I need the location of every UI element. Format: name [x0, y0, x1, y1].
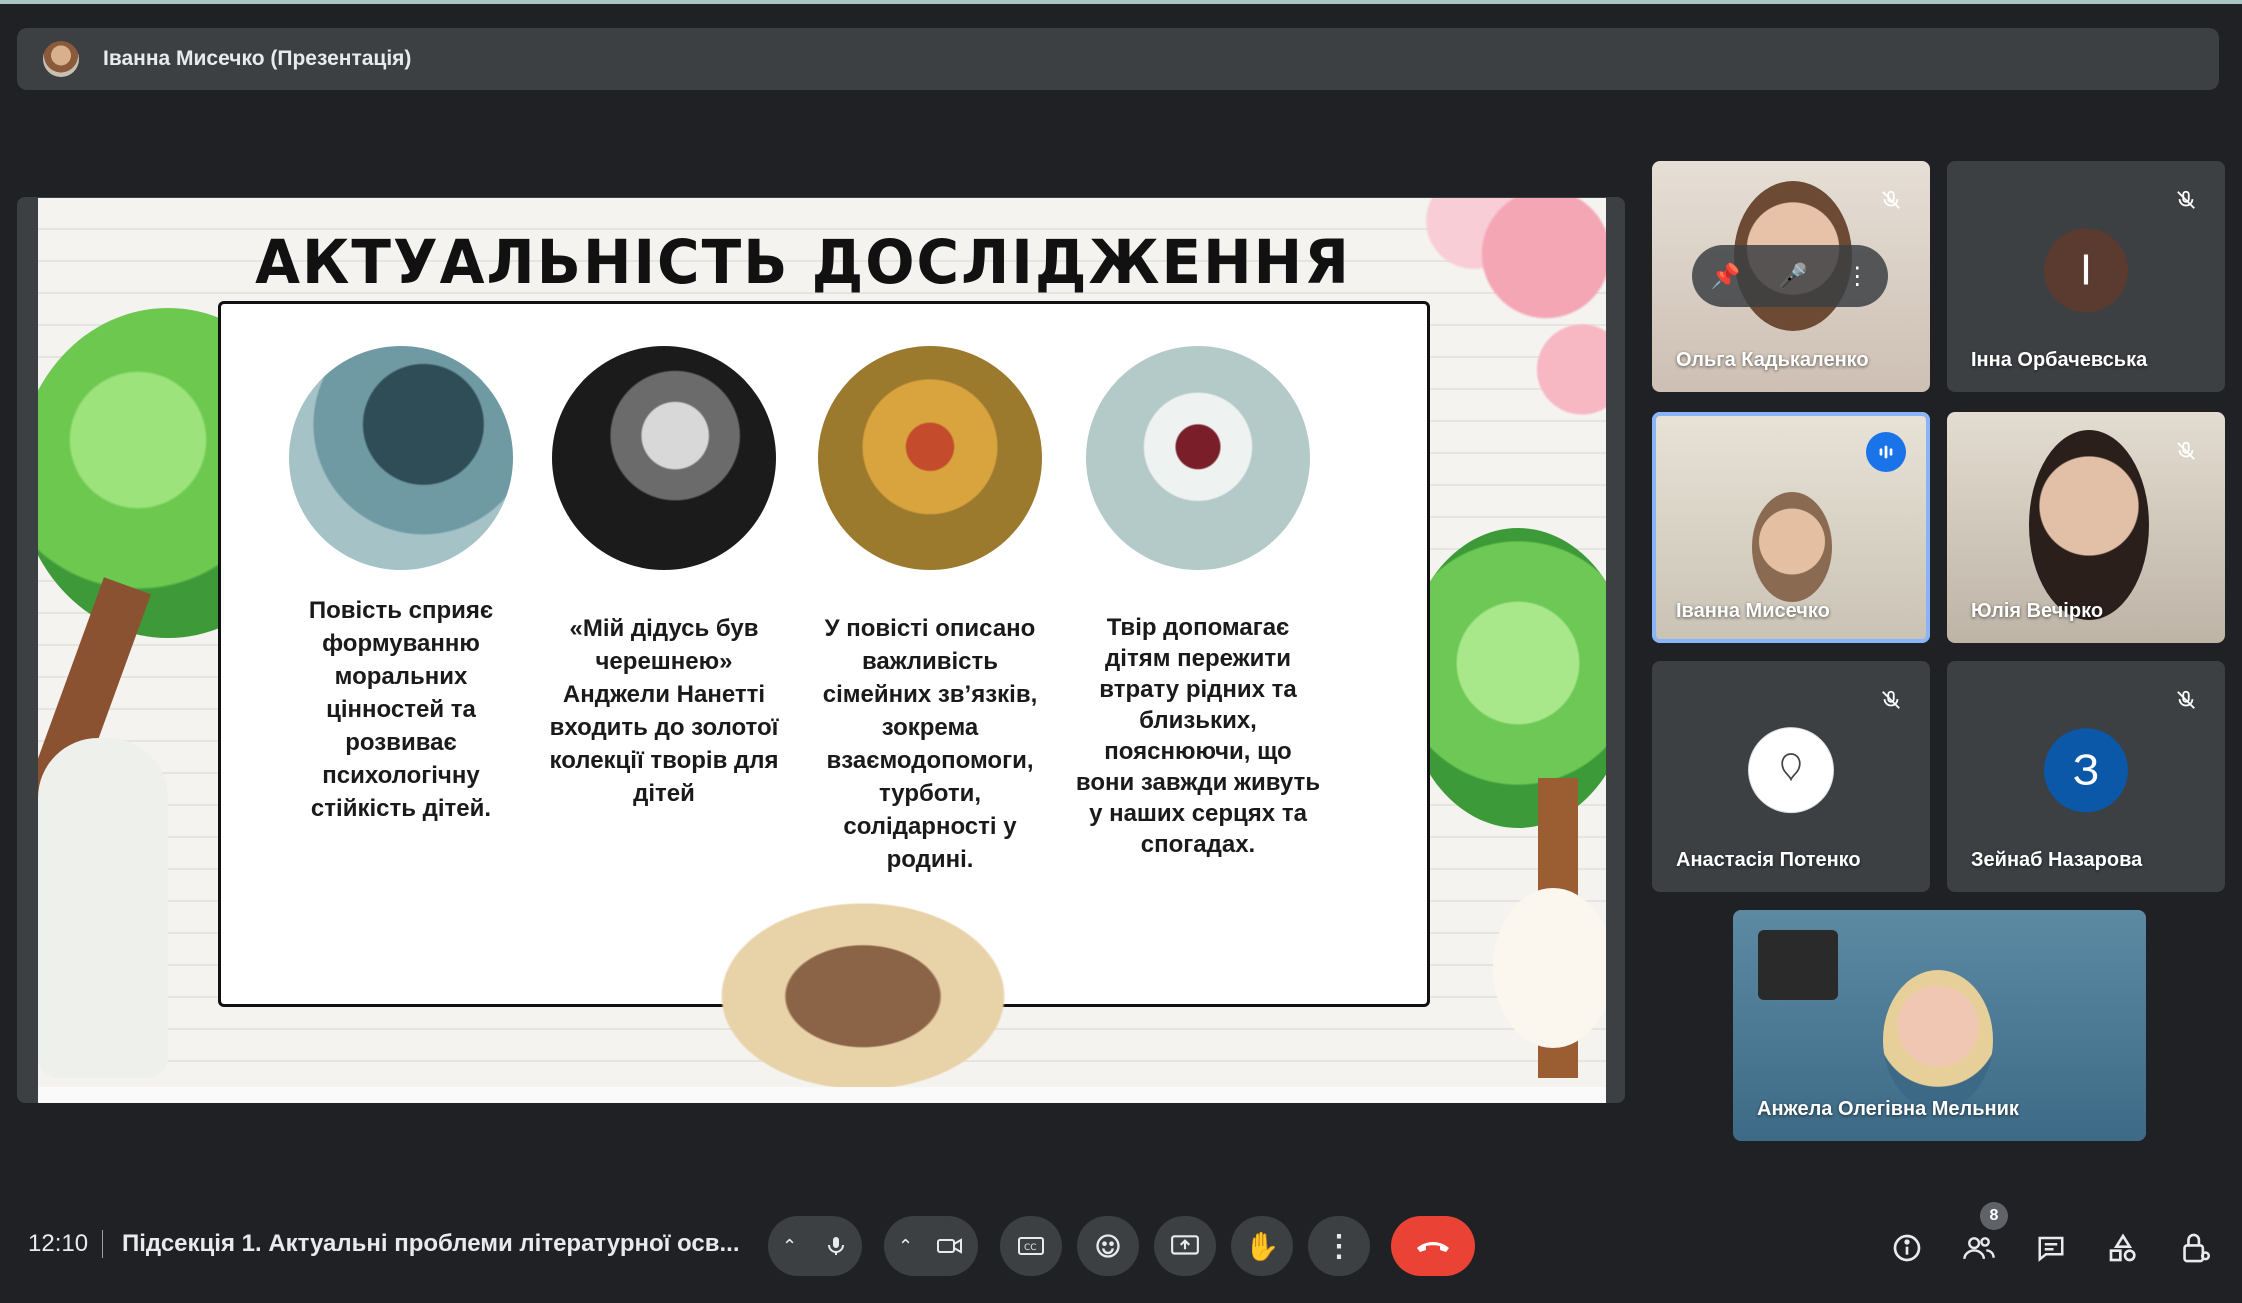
participant-name: Анжела Олегівна Мельник [1757, 1098, 2019, 1120]
slide-column-1: Повість сприяє формуванню моральних цінн… [276, 346, 526, 825]
participant-tile[interactable]: З Зейнаб Назарова [1947, 661, 2225, 892]
muted-mic-icon [2169, 183, 2203, 217]
participant-name: Юлія Вечірко [1971, 600, 2104, 622]
captions-button[interactable]: CC [1000, 1216, 1062, 1276]
slide-title: АКТУАЛЬНІСТЬ ДОСЛІДЖЕННЯ [255, 226, 1351, 298]
muted-mic-icon [1874, 183, 1908, 217]
bottom-toolbar: 12:10 Підсекція 1. Актуальні проблеми лі… [0, 1190, 2242, 1300]
divider [102, 1230, 103, 1258]
goose-illustration [38, 738, 168, 1078]
muted-mic-icon [1874, 683, 1908, 717]
more-options-button[interactable]: ⋮ [1308, 1216, 1370, 1276]
meeting-title: Підсекція 1. Актуальні проблеми літерату… [122, 1230, 740, 1257]
microphone-icon[interactable] [824, 1234, 848, 1258]
presenter-avatar [43, 41, 79, 77]
participant-avatar: І [2044, 227, 2128, 312]
participant-tile[interactable]: 📌 🎤 ⋮ Ольга Кадькаленко [1652, 161, 1930, 392]
more-options-icon[interactable]: ⋮ [1845, 262, 1869, 291]
info-icon [1893, 1234, 1921, 1262]
captions-icon: CC [1018, 1237, 1044, 1255]
participant-tile[interactable]: Юлія Вечірко [1947, 412, 2225, 643]
chevron-up-icon[interactable]: ⌃ [782, 1236, 797, 1257]
participant-avatar: З [2044, 727, 2128, 812]
camera-control[interactable]: ⌃ [884, 1216, 978, 1276]
slide-caption-4: Твір допомагає дітям пережити втрату рід… [1075, 614, 1321, 858]
present-screen-icon [1171, 1235, 1199, 1255]
book-cover-image [289, 346, 513, 570]
presenter-bar[interactable]: Іванна Мисечко (Презентація) [17, 28, 2219, 90]
slide-caption-3: У повісті описано важливість сімейних зв… [822, 615, 1038, 873]
cloud-illustration-image [1086, 346, 1310, 570]
participant-tile[interactable]: Анжела Олегівна Мельник [1733, 910, 2146, 1141]
participant-tile[interactable]: Анастасія Потенко [1652, 661, 1930, 892]
muted-mic-icon [2169, 683, 2203, 717]
participant-name: Іванна Мисечко [1676, 600, 1830, 622]
people-icon [1963, 1237, 1995, 1260]
slide-caption-2: «Мій дідусь був черешнею» Анджели Нанетт… [549, 615, 779, 807]
muted-mic-icon [2169, 434, 2203, 468]
meeting-details-button[interactable] [1885, 1226, 1929, 1270]
emoji-icon [1096, 1234, 1120, 1258]
svg-text:CC: CC [1024, 1243, 1037, 1253]
tile-hover-controls[interactable]: 📌 🎤 ⋮ [1692, 245, 1888, 307]
shared-slide: АКТУАЛЬНІСТЬ ДОСЛІДЖЕННЯ Повість сприяє … [38, 198, 1606, 1103]
more-vert-icon: ⋮ [1324, 1229, 1354, 1263]
participant-video [1883, 970, 1993, 1110]
slide-caption-1: Повість сприяє формуванню моральних цінн… [308, 597, 494, 822]
chevron-up-icon[interactable]: ⌃ [898, 1236, 913, 1257]
chat-button[interactable] [2029, 1226, 2073, 1270]
participant-name: Ольга Кадькаленко [1676, 349, 1869, 371]
participant-tile-active-speaker[interactable]: Іванна Мисечко [1652, 412, 1930, 643]
participant-video [1752, 492, 1832, 602]
author-photo-image [552, 346, 776, 570]
slide-bottom-strip [38, 1087, 1606, 1103]
camera-icon[interactable] [936, 1234, 964, 1258]
hang-up-icon [1417, 1242, 1449, 1252]
family-illustration-image [818, 346, 1042, 570]
raise-hand-button[interactable]: ✋ [1231, 1216, 1293, 1276]
participant-avatar-image [1748, 726, 1834, 813]
host-controls-button[interactable] [2173, 1226, 2217, 1270]
participant-name: Інна Орбачевська [1971, 349, 2148, 371]
leave-call-button[interactable] [1391, 1216, 1475, 1276]
top-accent-line [0, 0, 2242, 4]
clock: 12:10 [28, 1230, 89, 1257]
speaking-indicator-icon [1866, 432, 1906, 472]
activities-button[interactable] [2101, 1226, 2145, 1270]
reactions-button[interactable] [1077, 1216, 1139, 1276]
activities-icon [2109, 1233, 2136, 1262]
hen-illustration [1493, 888, 1606, 1048]
participant-name: Зейнаб Назарова [1971, 849, 2143, 871]
present-screen-button[interactable] [1154, 1216, 1216, 1276]
microphone-control[interactable]: ⌃ [768, 1216, 862, 1276]
participant-name: Анастасія Потенко [1676, 849, 1861, 871]
pin-icon[interactable]: 📌 [1711, 262, 1741, 291]
people-button[interactable] [1957, 1226, 2001, 1270]
wall-picture [1758, 930, 1838, 1000]
chat-icon [2038, 1236, 2064, 1262]
slide-column-2: «Мій дідусь був черешнею» Анджели Нанетт… [539, 346, 789, 810]
presenter-label: Іванна Мисечко (Презентація) [103, 47, 412, 70]
mute-participant-icon[interactable]: 🎤 [1778, 262, 1808, 291]
hand-icon: ✋ [1244, 1230, 1280, 1262]
lock-person-icon [2183, 1233, 2211, 1263]
slide-column-3: У повісті описано важливість сімейних зв… [805, 346, 1055, 876]
dog-illustration [683, 878, 1043, 1093]
slide-column-4: Твір допомагає дітям пережити втрату рід… [1073, 346, 1323, 860]
participant-tile[interactable]: І Інна Орбачевська [1947, 161, 2225, 392]
participant-video [2029, 430, 2149, 620]
